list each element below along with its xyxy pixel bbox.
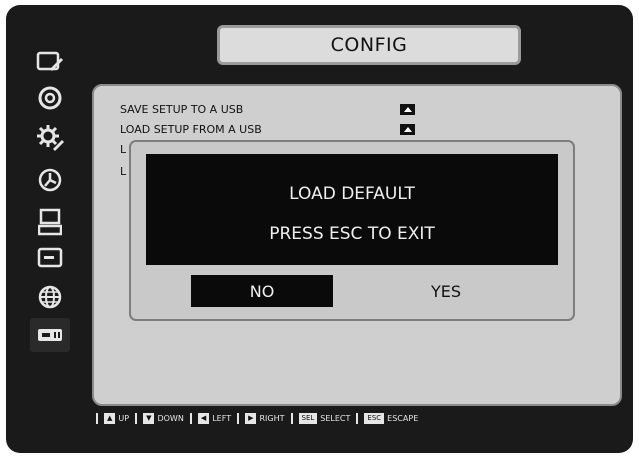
key-hints-footer: ▲ UP ▼ DOWN ◀ LEFT ▶ RIGHT SEL SELECT ESC ESCA… (95, 413, 418, 424)
right-key: ▶ (245, 413, 257, 424)
hint-separator (189, 413, 192, 424)
up-hint-label: UP (118, 414, 130, 423)
down-key: ▼ (143, 413, 155, 424)
network-globe-icon[interactable] (30, 280, 70, 314)
disc-icon[interactable] (30, 81, 70, 115)
escape-hint-label: ESCAPE (387, 414, 419, 423)
up-key: ▲ (104, 413, 116, 424)
hint-down: ▼ DOWN (143, 413, 184, 424)
menu-item-load-setup[interactable]: LOAD SETUP FROM A USB (120, 123, 262, 136)
hint-left: ◀ LEFT (197, 413, 232, 424)
right-hint-label: RIGHT (259, 414, 285, 423)
load-default-dialog: LOAD DEFAULT PRESS ESC TO EXIT NO YES (129, 140, 575, 321)
menu-item-3[interactable]: L (120, 143, 126, 156)
hint-escape: ESC ESCAPE (364, 413, 418, 424)
up-arrow-icon (403, 107, 412, 112)
esc-key: ESC (364, 413, 385, 424)
select-hint-label: SELECT (320, 414, 351, 423)
hint-separator (135, 413, 138, 424)
gear-icon[interactable] (30, 121, 70, 155)
dialog-message-hint: PRESS ESC TO EXIT (269, 224, 435, 244)
dialog-message-box: LOAD DEFAULT PRESS ESC TO EXIT (146, 154, 558, 265)
sel-key: SEL (298, 413, 318, 424)
load-setup-button[interactable] (400, 124, 415, 135)
clock-icon[interactable] (30, 163, 70, 197)
dvr-config-window: CONFIG SAVE SETUP TO A USB LOAD SETUP FR… (6, 5, 633, 453)
hint-separator (290, 413, 293, 424)
save-setup-button[interactable] (400, 104, 415, 115)
yes-button[interactable]: YES (391, 275, 501, 307)
dialog-message-title: LOAD DEFAULT (289, 184, 415, 204)
menu-item-save-setup[interactable]: SAVE SETUP TO A USB (120, 103, 243, 116)
hint-separator (356, 413, 359, 424)
hint-separator (237, 413, 240, 424)
no-button[interactable]: NO (191, 275, 333, 307)
hint-right: ▶ RIGHT (245, 413, 285, 424)
hint-separator (96, 413, 98, 424)
down-hint-label: DOWN (157, 414, 184, 423)
camera-edit-icon[interactable] (30, 45, 70, 79)
hint-select: SEL SELECT (298, 413, 351, 424)
up-arrow-icon (403, 127, 412, 132)
storage-device-icon[interactable] (30, 318, 70, 352)
left-key: ◀ (197, 413, 210, 424)
monitor-icon[interactable] (30, 205, 70, 239)
left-hint-label: LEFT (212, 414, 232, 423)
menu-item-4[interactable]: L (120, 165, 126, 178)
page-title: CONFIG (217, 25, 521, 65)
hint-up: ▲ UP (104, 413, 129, 424)
display-icon[interactable] (30, 241, 70, 275)
